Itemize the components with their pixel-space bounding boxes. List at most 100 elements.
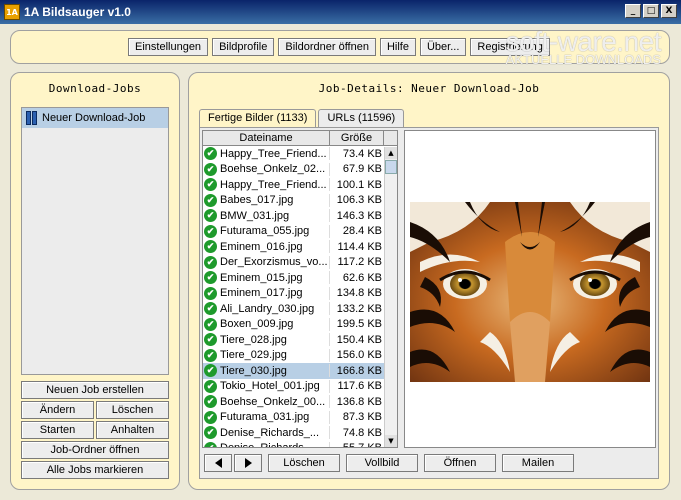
table-row[interactable]: ✔ Tiere_030.jpg 166.8 KB xyxy=(203,363,397,379)
size-cell: 166.8 KB xyxy=(336,364,382,377)
filename-cell: ✔Denise_Richards_... xyxy=(203,441,330,447)
table-row[interactable]: ✔ Futurama_031.jpg 87.3 KB xyxy=(203,410,397,426)
check-icon: ✔ xyxy=(204,317,217,331)
column-filename[interactable]: Dateiname xyxy=(203,131,330,145)
arrow-right-icon xyxy=(244,458,252,468)
filename-cell: ✔ Babes_017.jpg xyxy=(203,193,330,207)
delete-job-button[interactable]: Löschen xyxy=(96,401,169,419)
check-icon: ✔ xyxy=(204,379,217,393)
scroll-thumb[interactable] xyxy=(385,160,397,174)
image-preview xyxy=(404,130,656,448)
open-image-button[interactable]: Öffnen xyxy=(424,454,496,472)
job-details-panel: Job-Details: Neuer Download-Job Fertige … xyxy=(188,72,670,490)
column-size[interactable]: Größe xyxy=(330,131,384,145)
toolbar: Einstellungen Bildprofile Bildordner öff… xyxy=(10,30,670,64)
delete-image-button[interactable]: Löschen xyxy=(268,454,340,472)
filename-cell: ✔ Happy_Tree_Friend... xyxy=(203,178,330,192)
table-row[interactable]: ✔ Boehse_Onkelz_02... 67.9 KB xyxy=(203,162,397,178)
images-table[interactable]: Dateiname Größe ✔ Happy_Tree_Friend... 73.… xyxy=(202,130,398,448)
size-cell: 117.2 KB xyxy=(337,256,382,269)
job-item[interactable]: Neuer Download-Job xyxy=(22,108,168,128)
table-row[interactable]: ✔ Denise_Richards_... 74.8 KB xyxy=(203,425,397,441)
check-icon: ✔ xyxy=(204,364,217,378)
maximize-button[interactable]: □ xyxy=(643,4,659,18)
new-job-button[interactable]: Neuen Job erstellen xyxy=(21,381,169,399)
size-cell: 74.8 KB xyxy=(342,426,382,439)
tab-finished-images[interactable]: Fertige Bilder (1133) xyxy=(199,109,317,127)
tiger-image xyxy=(410,202,650,382)
next-button[interactable] xyxy=(234,454,262,472)
table-scrollbar[interactable]: ▲ ▼ xyxy=(384,147,397,447)
previous-button[interactable] xyxy=(204,454,232,472)
size-cell: 106.3 KB xyxy=(336,194,382,207)
edit-job-button[interactable]: Ändern xyxy=(21,401,94,419)
size-cell: 73.4 KB xyxy=(342,147,382,160)
start-job-button[interactable]: Starten xyxy=(21,421,94,439)
filename-cell: ✔ Tiere_029.jpg xyxy=(203,348,330,362)
table-row[interactable]: ✔ Eminem_016.jpg 114.4 KB xyxy=(203,239,397,255)
filename-text: Happy_Tree_Friend... xyxy=(220,147,327,160)
check-icon: ✔ xyxy=(204,240,217,254)
table-row[interactable]: ✔ Tokio_Hotel_001.jpg 117.6 KB xyxy=(203,379,397,395)
settings-button[interactable]: Einstellungen xyxy=(128,38,209,56)
filename-text: Ali_Landry_030.jpg xyxy=(220,302,315,315)
table-row[interactable]: ✔ Eminem_017.jpg 134.8 KB xyxy=(203,286,397,302)
size-cell: 150.4 KB xyxy=(336,333,382,346)
filename-cell: ✔Denise_Richards_... xyxy=(203,426,330,440)
filename-cell: ✔ Eminem_015.jpg xyxy=(203,271,330,285)
table-row[interactable]: ✔ Eminem_015.jpg 62.6 KB xyxy=(203,270,397,286)
check-icon: ✔ xyxy=(204,271,217,285)
about-button[interactable]: Über... xyxy=(419,38,467,56)
open-image-folder-button[interactable]: Bildordner öffnen xyxy=(278,38,376,56)
table-row[interactable]: ✔ Happy_Tree_Friend... 100.1 KB xyxy=(203,177,397,193)
stop-job-button[interactable]: Anhalten xyxy=(96,421,169,439)
filename-cell: ✔ Tokio_Hotel_001.jpg xyxy=(203,379,330,393)
size-cell: 55.7 KB xyxy=(330,442,384,447)
image-profiles-button[interactable]: Bildprofile xyxy=(212,38,275,56)
scroll-down-icon[interactable]: ▼ xyxy=(385,435,397,447)
scroll-up-icon[interactable]: ▲ xyxy=(385,147,397,159)
register-button[interactable]: Registrierung xyxy=(470,38,550,56)
filename-cell: ✔ Boxen_009.jpg xyxy=(203,317,330,331)
check-icon: ✔ xyxy=(204,333,217,347)
minimize-button[interactable]: _ xyxy=(625,4,641,18)
table-row[interactable]: ✔ Happy_Tree_Friend... 73.4 KB xyxy=(203,146,397,162)
fullscreen-button[interactable]: Vollbild xyxy=(346,454,418,472)
table-row[interactable]: ✔ Tiere_028.jpg 150.4 KB xyxy=(203,332,397,348)
title-bar: 1A 1A Bildsauger v1.0 _ □ X xyxy=(0,0,681,24)
check-icon: ✔ xyxy=(204,441,217,447)
filename-text: Tiere_028.jpg xyxy=(220,333,287,346)
filename-cell: ✔ Ali_Landry_030.jpg xyxy=(203,302,330,316)
filename-text: Der_Exorzismus_vo... xyxy=(220,256,328,269)
table-row[interactable]: ✔ Boehse_Onkelz_00... 136.8 KB xyxy=(203,394,397,410)
window-title: 1A Bildsauger v1.0 xyxy=(24,5,131,19)
table-row[interactable]: ✔ Boxen_009.jpg 199.5 KB xyxy=(203,317,397,333)
job-list[interactable]: Neuer Download-Job xyxy=(21,107,169,375)
size-cell: 67.9 KB xyxy=(342,163,382,176)
check-icon: ✔ xyxy=(204,395,217,409)
tab-content: Dateiname Größe ✔ Happy_Tree_Friend... 73.… xyxy=(199,127,659,479)
filename-cell: ✔ Boehse_Onkelz_00... xyxy=(203,395,330,409)
tab-urls[interactable]: URLs (11596) xyxy=(318,109,405,127)
mail-image-button[interactable]: Mailen xyxy=(502,454,574,472)
filename-text: Futurama_031.jpg xyxy=(220,411,310,424)
check-icon: ✔ xyxy=(204,255,217,269)
close-button[interactable]: X xyxy=(661,4,677,18)
table-row[interactable]: ✔ BMW_031.jpg 146.3 KB xyxy=(203,208,397,224)
check-icon: ✔ xyxy=(204,426,217,440)
check-icon: ✔ xyxy=(204,178,217,192)
filename-cell: ✔ Tiere_028.jpg xyxy=(203,333,330,347)
help-button[interactable]: Hilfe xyxy=(379,38,416,56)
table-row[interactable]: ✔ Tiere_029.jpg 156.0 KB xyxy=(203,348,397,364)
table-row[interactable]: ✔ Der_Exorzismus_vo... 117.2 KB xyxy=(203,255,397,271)
table-row[interactable]: ✔ Ali_Landry_030.jpg 133.2 KB xyxy=(203,301,397,317)
table-row[interactable]: ✔ Futurama_055.jpg 28.4 KB xyxy=(203,224,397,240)
open-job-folder-button[interactable]: Job-Ordner öffnen xyxy=(21,441,169,459)
size-cell: 134.8 KB xyxy=(336,287,382,300)
filename-cell: ✔ Eminem_016.jpg xyxy=(203,240,330,254)
mark-all-jobs-button[interactable]: Alle Jobs markieren xyxy=(21,461,169,479)
table-row[interactable]: ✔ Babes_017.jpg 106.3 KB xyxy=(203,193,397,209)
filename-cell: ✔ Happy_Tree_Friend... xyxy=(203,147,330,161)
size-cell: 114.4 KB xyxy=(337,240,382,253)
table-row[interactable]: ✔Denise_Richards_...55.7 KB xyxy=(203,441,397,447)
